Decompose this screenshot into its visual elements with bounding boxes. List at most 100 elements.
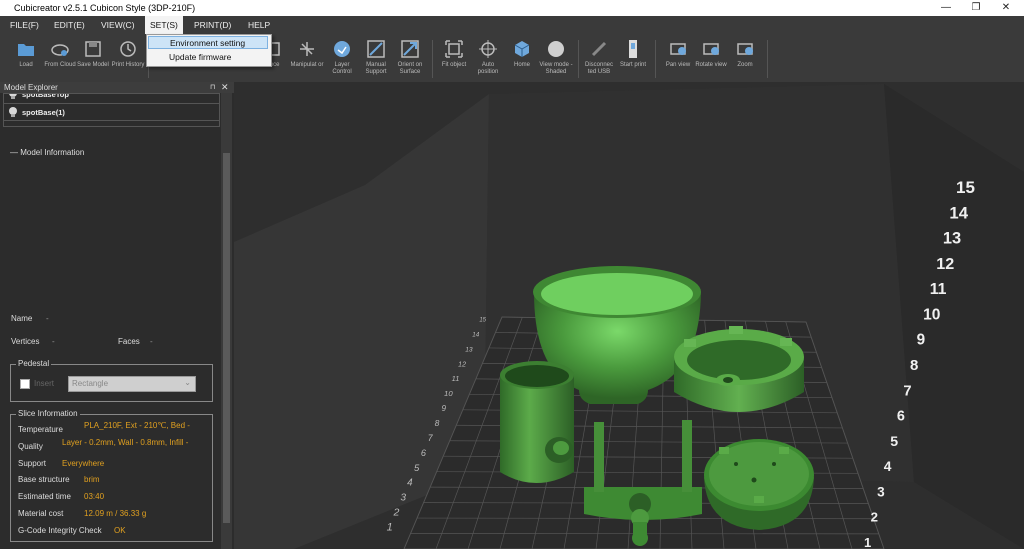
update-firmware-item[interactable]: Update firmware <box>148 51 268 64</box>
sphere-icon <box>548 41 564 57</box>
title-bar: Cubicreator v2.5.1 Cubicon Style (3DP-21… <box>0 0 1024 16</box>
disconnected-usb-button[interactable]: Disconnec ted USB <box>582 38 616 82</box>
gcode-integrity-label: G-Code Integrity Check <box>18 526 102 535</box>
menu-edit[interactable]: EDIT(E) <box>49 16 90 34</box>
zoom-button[interactable]: Zoom <box>728 38 762 82</box>
explorer-scrollbar[interactable] <box>221 93 232 549</box>
grid-axis-label: 5 <box>414 463 420 474</box>
height-axis-label: 4 <box>884 458 892 474</box>
pedestal-shape-select[interactable]: Rectangle ⌄ <box>68 376 196 392</box>
grid-axis-label: 9 <box>441 404 446 413</box>
save-model-button[interactable]: Save Model <box>76 38 110 82</box>
height-axis-label: 2 <box>871 510 878 525</box>
3d-viewport[interactable]: 15 14 13 12 11 10 9 8 7 6 5 4 3 2 1 15 14 13 12 11 10 9 8 7 6 5 4… <box>234 82 1024 549</box>
insert-label: Insert <box>34 379 55 388</box>
estimated-time-label: Estimated time <box>18 492 71 501</box>
model-information-header[interactable]: — Model Information <box>10 148 84 157</box>
grid-axis-label: 1 <box>387 522 393 534</box>
estimated-time-value: 03:40 <box>84 492 105 501</box>
layer-control-button[interactable]: Layer Control <box>325 38 359 82</box>
bulb-icon[interactable] <box>9 94 17 99</box>
ring-model[interactable] <box>674 326 804 412</box>
start-print-button[interactable]: Start print <box>616 38 650 82</box>
from-cloud-button[interactable]: From Cloud <box>43 38 77 82</box>
save-icon <box>85 41 101 57</box>
grid-axis-label: 4 <box>407 478 413 489</box>
height-axis-label: 7 <box>903 383 911 399</box>
pedestal-title: Pedestal <box>16 359 52 368</box>
grid-axis-label: 11 <box>452 374 460 383</box>
rotate-view-button[interactable]: Rotate view <box>694 38 728 82</box>
support-value: Everywhere <box>62 459 105 468</box>
cloud-icon <box>51 44 69 56</box>
support-icon <box>367 40 385 58</box>
height-axis-label: 13 <box>943 230 961 248</box>
manual-support-button[interactable]: Manual Support <box>359 38 393 82</box>
height-axis-label: 3 <box>877 484 885 499</box>
menu-set[interactable]: SET(S) <box>145 16 183 34</box>
grid-axis-label: 10 <box>444 389 453 398</box>
scrollbar-thumb[interactable] <box>223 153 230 523</box>
pan-view-button[interactable]: Pan view <box>661 38 695 82</box>
support-label: Support <box>18 459 47 468</box>
start-print-icon <box>629 40 637 58</box>
height-axis-label: 8 <box>910 357 918 374</box>
vertices-label: Vertices <box>11 337 40 346</box>
menu-print[interactable]: PRINT(D) <box>189 16 236 34</box>
gcode-integrity-value: OK <box>114 526 126 535</box>
menu-file[interactable]: FILE(F) <box>5 16 44 34</box>
tree-item-spotbase-1[interactable]: spotBase(1) <box>9 107 65 117</box>
orient-on-surface-button[interactable]: Orient on Surface <box>393 38 427 82</box>
close-button[interactable]: ✕ <box>996 1 1016 15</box>
fit-object-button[interactable]: Fit object <box>437 38 471 82</box>
auto-position-button[interactable]: Auto position <box>471 38 505 82</box>
cylinder-model[interactable] <box>500 361 574 483</box>
manipulator-icon <box>300 42 314 56</box>
faces-value: - <box>150 337 153 346</box>
pin-icon[interactable]: ⊓ <box>210 82 215 93</box>
orient-icon <box>401 40 419 58</box>
home-button[interactable]: Home <box>505 38 539 82</box>
explorer-close-icon[interactable]: ✕ <box>221 82 229 93</box>
menu-bar: FILE(F) EDIT(E) VIEW(C) SET(S) PRINT(D) … <box>0 16 1024 34</box>
menu-view[interactable]: VIEW(C) <box>96 16 140 34</box>
grid-axis-label: 8 <box>435 418 440 428</box>
height-axis-label: 6 <box>897 409 905 425</box>
insert-checkbox[interactable] <box>20 379 30 389</box>
usb-icon <box>591 41 607 57</box>
set-menu-dropdown: Environment setting Update firmware <box>146 34 272 67</box>
slice-information-group: Slice Information Temperature PLA_210F, … <box>10 409 213 542</box>
height-axis-label: 1 <box>864 535 871 549</box>
height-axis-label: 12 <box>936 255 954 273</box>
height-axis-label: 14 <box>949 203 968 222</box>
tree-item-spotbasetop[interactable]: spotBaseTop <box>9 94 69 99</box>
height-axis-label: 15 <box>956 178 975 197</box>
window-title: Cubicreator v2.5.1 Cubicon Style (3DP-21… <box>14 3 196 13</box>
view-mode-button[interactable]: View mode - Shaded <box>539 38 573 82</box>
scene: 151413121110987654321 151413121110987654… <box>234 84 1024 549</box>
slice-information-title: Slice Information <box>16 409 80 418</box>
menu-help[interactable]: HELP <box>243 16 275 34</box>
history-icon <box>120 41 136 57</box>
grid-axis-label: 12 <box>458 361 466 368</box>
model-explorer-panel: Model Explorer ⊓ ✕ spotBaseTop spotBase(… <box>0 82 234 549</box>
height-axis-label: 11 <box>930 281 947 298</box>
bulb-icon[interactable] <box>9 107 17 117</box>
maximize-button[interactable]: ❐ <box>966 1 986 15</box>
grid-axis-label: 13 <box>465 346 473 353</box>
load-button[interactable]: Load <box>9 38 43 82</box>
height-axis-label: 9 <box>917 332 926 349</box>
explorer-header: Model Explorer ⊓ ✕ <box>0 82 234 93</box>
pan-icon <box>670 43 686 55</box>
pedestal-group: Pedestal Insert Rectangle ⌄ <box>10 359 213 402</box>
height-axis-label: 5 <box>890 433 898 449</box>
collapse-icon: — <box>10 148 21 157</box>
name-label: Name <box>11 314 33 323</box>
disc-model[interactable] <box>704 439 814 530</box>
print-history-button[interactable]: Print History <box>111 38 145 82</box>
chevron-down-icon: ⌄ <box>184 378 191 387</box>
manipulator-button[interactable]: Manipulat or <box>290 38 324 82</box>
environment-setting-item[interactable]: Environment setting <box>148 36 268 49</box>
temperature-label: Temperature <box>18 425 63 434</box>
minimize-button[interactable]: — <box>936 1 956 15</box>
